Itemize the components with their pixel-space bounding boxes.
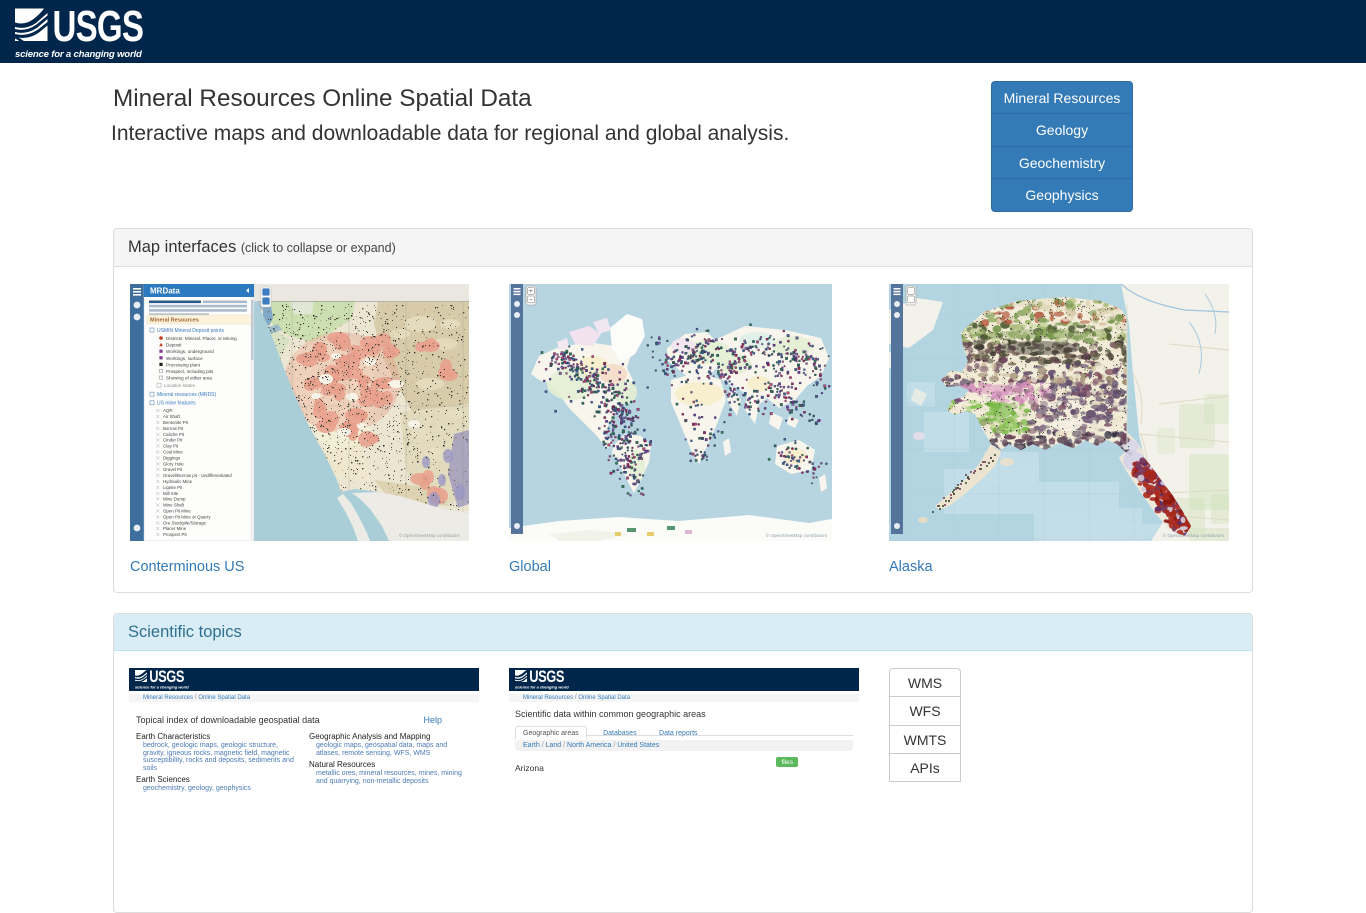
svg-text:⤫: ⤫ (156, 420, 160, 425)
svg-text:Glory Hole: Glory Hole (163, 461, 184, 466)
svg-text:Borrow Pit: Borrow Pit (163, 426, 184, 431)
svg-text:Mineral Resources: Mineral Resources (150, 318, 199, 324)
svg-text:−: − (529, 297, 533, 303)
svg-text:⤫: ⤫ (156, 455, 160, 460)
svg-text:© OpenStreetMap contributors: © OpenStreetMap contributors (766, 532, 828, 538)
svg-text:⤫: ⤫ (156, 485, 160, 490)
svg-text:⤫: ⤫ (156, 491, 160, 496)
svg-text:⤫: ⤫ (156, 503, 160, 508)
svg-text:USMIN Mineral Deposit points: USMIN Mineral Deposit points (157, 328, 224, 334)
svg-text:⤫: ⤫ (156, 532, 160, 537)
svg-text:Workings, underground: Workings, underground (166, 349, 214, 354)
svg-text:US mine features: US mine features (157, 401, 196, 407)
svg-text:⤫: ⤫ (156, 461, 160, 466)
svg-text:⤫: ⤫ (156, 509, 160, 514)
svg-text:Air Shaft: Air Shaft (163, 414, 181, 419)
svg-text:Mineral resources (MRDS): Mineral resources (MRDS) (157, 392, 217, 398)
svg-text:⤫: ⤫ (156, 414, 160, 419)
svg-text:Deposit: Deposit (166, 343, 182, 348)
svg-text:Gravel Pit: Gravel Pit (163, 467, 183, 472)
svg-text:Coal Mine: Coal Mine (163, 450, 183, 455)
svg-text:Ore Stockpile/Storage: Ore Stockpile/Storage (163, 520, 207, 525)
svg-text:⤫: ⤫ (156, 520, 160, 525)
svg-text:⤫: ⤫ (156, 426, 160, 431)
svg-text:Prospect Pit: Prospect Pit (163, 532, 187, 537)
svg-text:⤫: ⤫ (156, 497, 160, 502)
svg-text:Mine Shaft: Mine Shaft (163, 503, 185, 508)
svg-text:⤫: ⤫ (156, 438, 160, 443)
svg-text:Caliche Pit: Caliche Pit (163, 432, 185, 437)
svg-text:Open Pit Mine: Open Pit Mine (163, 509, 191, 514)
svg-text:⤫: ⤫ (156, 432, 160, 437)
svg-text:Processing plant: Processing plant (166, 362, 201, 367)
svg-text:⤫: ⤫ (156, 479, 160, 484)
svg-text:⤫: ⤫ (156, 467, 160, 472)
svg-text:⤫: ⤫ (156, 514, 160, 519)
svg-text:Cinder Pit: Cinder Pit (163, 438, 183, 443)
svg-text:science for a changing world: science for a changing world (15, 49, 143, 60)
svg-text:Open Pit Mine or Quarry: Open Pit Mine or Quarry (163, 514, 211, 519)
svg-text:Diggings: Diggings (163, 455, 181, 460)
svg-text:Lignite Pit: Lignite Pit (163, 485, 183, 490)
svg-text:Clay Pit: Clay Pit (163, 444, 179, 449)
svg-text:Placer Mine: Placer Mine (163, 526, 187, 531)
svg-text:Districts: Mineral, Placer, or: Districts: Mineral, Placer, or Mining (166, 336, 237, 341)
svg-text:⤫: ⤫ (156, 473, 160, 478)
svg-text:Location states: Location states (164, 383, 196, 388)
svg-text:Gravel/Borrow pit - Undifferen: Gravel/Borrow pit - Undifferentiated (163, 473, 232, 478)
svg-text:Mill Site: Mill Site (163, 491, 179, 496)
svg-text:⤫: ⤫ (156, 526, 160, 531)
svg-text:© OpenStreetMap contributors: © OpenStreetMap contributors (399, 532, 461, 538)
svg-text:Showing of either area: Showing of either area (166, 376, 212, 381)
svg-text:Hydraulic Mine: Hydraulic Mine (163, 479, 193, 484)
svg-text:Workings, surface: Workings, surface (166, 356, 203, 361)
svg-text:MRData: MRData (150, 287, 180, 296)
svg-text:Bentonite Pit: Bentonite Pit (163, 420, 189, 425)
svg-text:Mine Dump: Mine Dump (163, 497, 186, 502)
svg-text:+: + (529, 289, 533, 295)
svg-text:⤫: ⤫ (156, 450, 160, 455)
svg-text:Prospect, including pits: Prospect, including pits (166, 369, 214, 374)
svg-text:AQR: AQR (163, 408, 173, 413)
svg-text:⤫: ⤫ (156, 444, 160, 449)
svg-text:⤫: ⤫ (156, 408, 160, 413)
svg-text:USGS: USGS (53, 7, 144, 51)
